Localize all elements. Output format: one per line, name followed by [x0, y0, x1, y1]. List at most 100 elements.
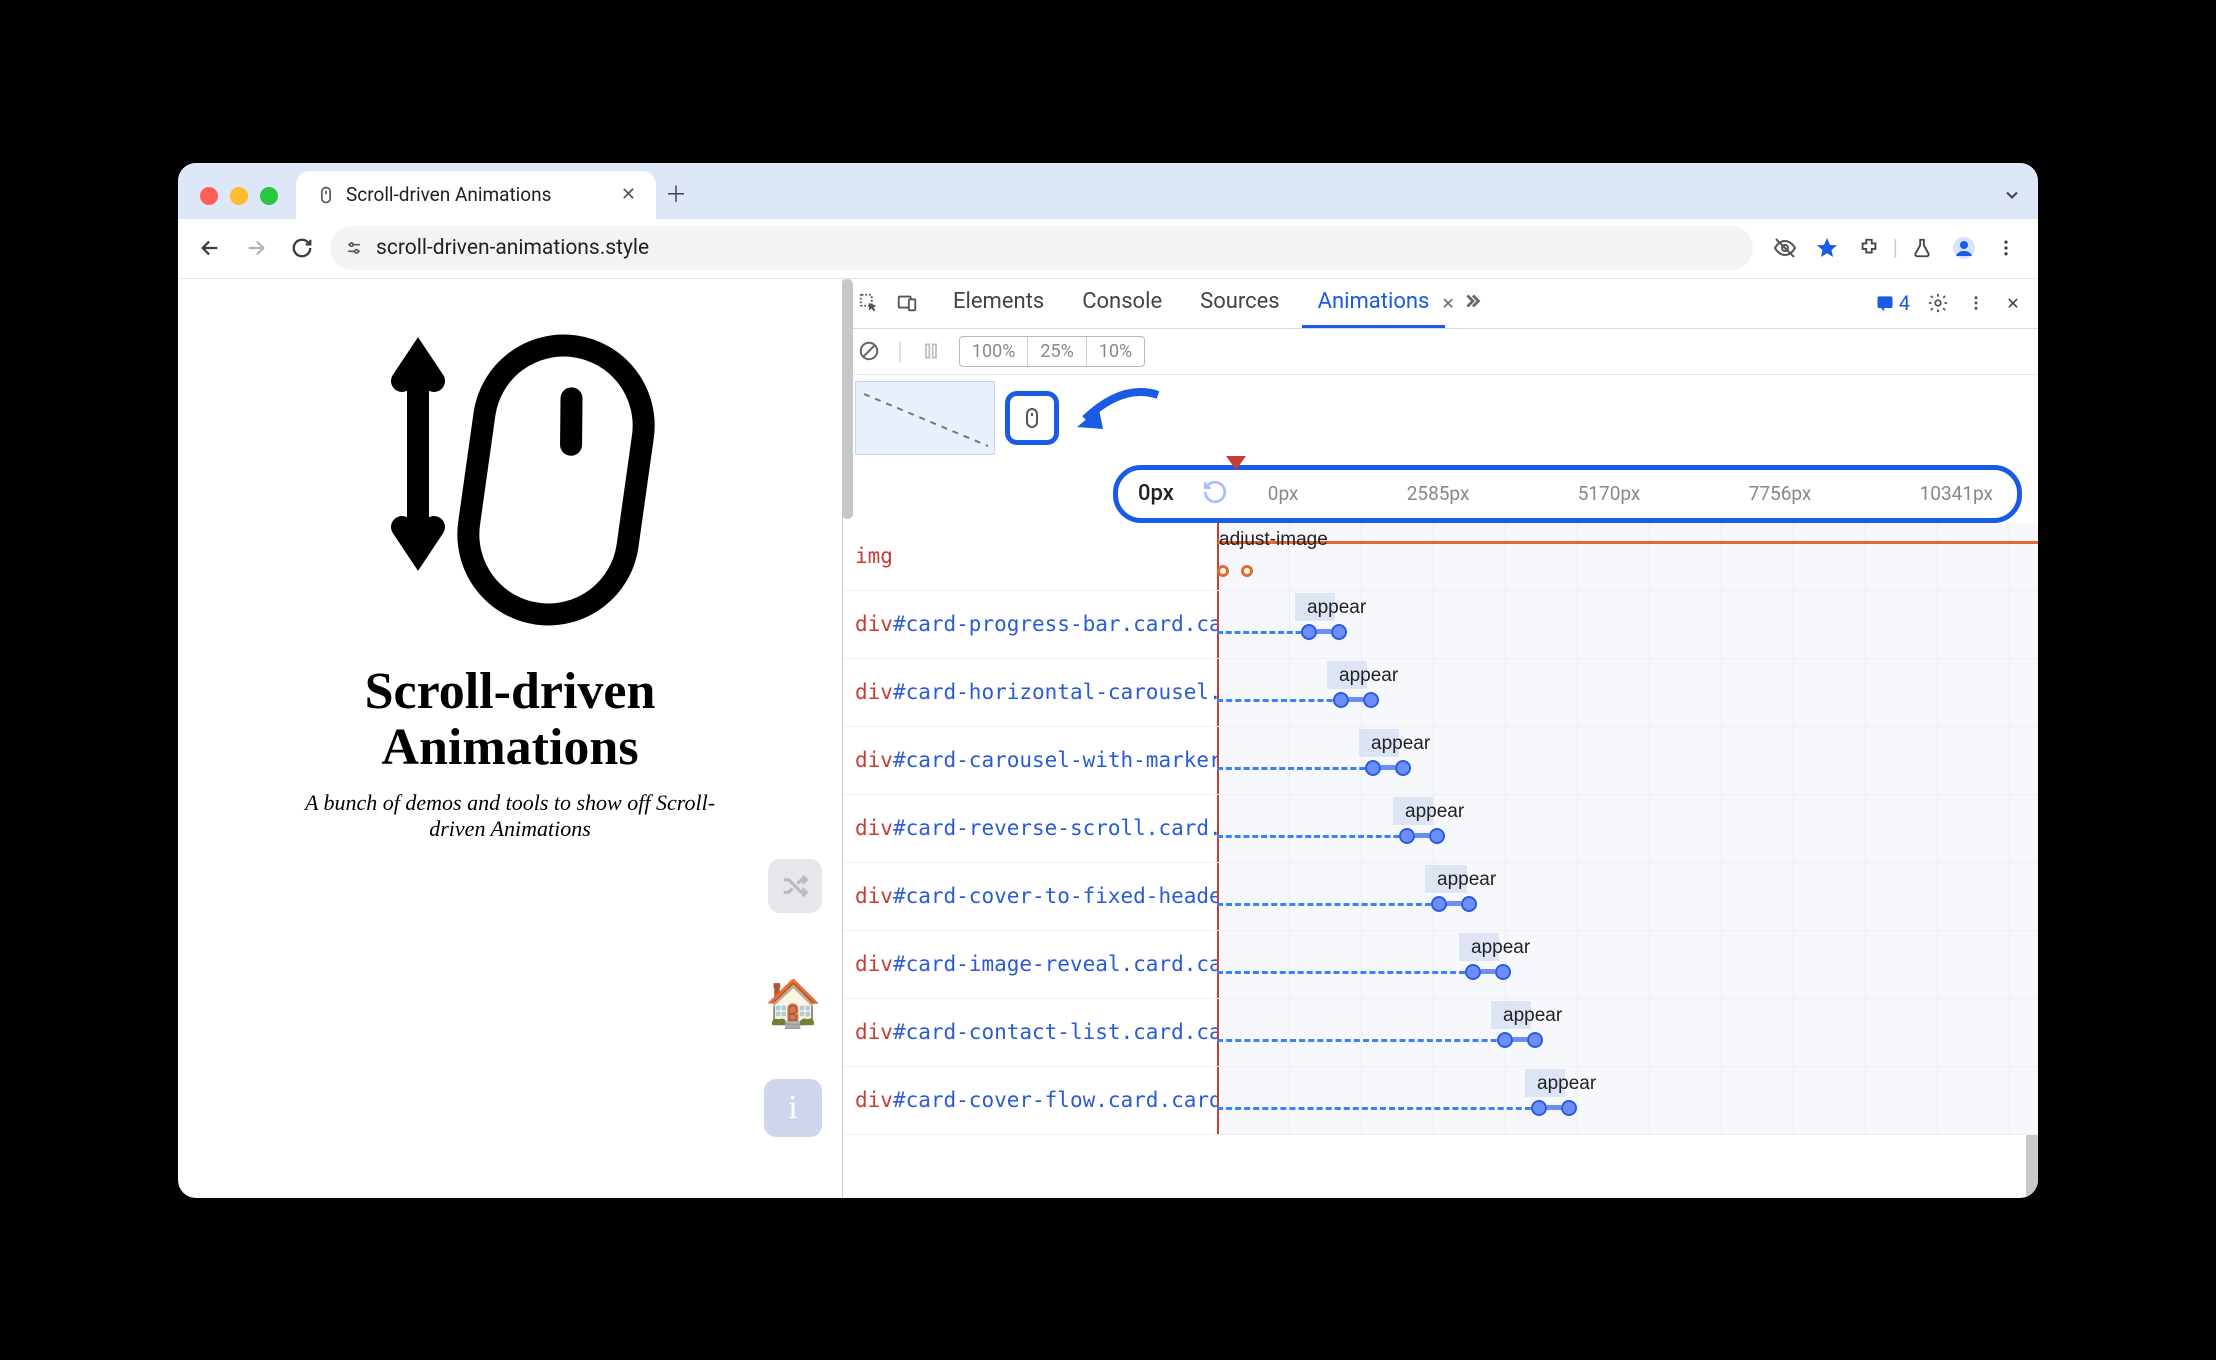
current-position: 0px [1138, 481, 1174, 506]
animation-preview-row [843, 375, 2038, 465]
animation-row[interactable]: div#card-cover-flow.card.cardappear [843, 1067, 2038, 1135]
content-area: Scroll-driven Animations A bunch of demo… [178, 279, 2038, 1198]
clear-icon[interactable] [855, 333, 883, 369]
extensions-icon[interactable] [1851, 230, 1887, 266]
keyframe-pair[interactable] [1333, 691, 1379, 709]
selector-text: div#card-reverse-scroll.card. [855, 816, 1217, 840]
more-tabs-icon[interactable] [1461, 290, 1483, 316]
animation-name: appear [1503, 1005, 1562, 1027]
kebab-icon[interactable] [1966, 285, 1986, 321]
animation-list[interactable]: imgadjust-imagediv#card-progress-bar.car… [843, 523, 2038, 1198]
browser-window: Scroll-driven Animations ✕ ＋ scroll-driv… [178, 163, 2038, 1198]
close-devtools-icon[interactable]: ✕ [2000, 285, 2026, 321]
animations-toolbar: | 100% 25% 10% [843, 329, 2038, 375]
selector-text: div#card-image-reveal.card.ca [855, 952, 1217, 976]
bookmark-star-icon[interactable] [1809, 230, 1845, 266]
selector-text: div#card-cover-to-fixed-heade [855, 884, 1217, 908]
profile-avatar-icon[interactable] [1946, 230, 1982, 266]
keyframe-pair[interactable] [1431, 895, 1477, 913]
page-side-actions [768, 859, 822, 913]
browser-tab[interactable]: Scroll-driven Animations ✕ [296, 171, 656, 219]
keyframe-pair[interactable] [1531, 1099, 1577, 1117]
page-title: Scroll-driven Animations [365, 664, 656, 776]
animation-group-thumbnail[interactable] [855, 381, 995, 455]
ruler-ticks: 0px 2585px 5170px 7756px 10341px [1256, 482, 1997, 505]
back-button[interactable] [192, 230, 228, 266]
device-toolbar-icon[interactable] [893, 289, 921, 317]
animation-name: appear [1437, 869, 1496, 891]
site-settings-icon[interactable] [344, 238, 364, 258]
animation-row[interactable]: div#card-image-reveal.card.caappear [843, 931, 2038, 999]
window-controls [200, 187, 278, 205]
issues-count[interactable]: 4 [1875, 291, 1910, 315]
toolbar-actions: | [1767, 230, 2024, 266]
animation-name: appear [1371, 733, 1430, 755]
info-icon[interactable]: i [764, 1079, 822, 1137]
animation-name: appear [1307, 597, 1366, 619]
animation-row[interactable]: imgadjust-image [843, 523, 2038, 591]
playhead-marker-icon[interactable] [1226, 456, 1246, 472]
timeline-ruler[interactable]: 0px 0px 2585px 5170px 7756px 10341px [1113, 465, 2022, 523]
row-timeline[interactable]: appear [1217, 999, 2038, 1066]
inspect-icon[interactable] [855, 289, 883, 317]
row-timeline[interactable]: appear [1217, 795, 2038, 862]
row-timeline[interactable]: appear [1217, 659, 2038, 726]
close-window-icon[interactable] [200, 187, 218, 205]
devtools-panel: Elements Console Sources Animations ✕ 4 [843, 279, 2038, 1198]
animation-row[interactable]: div#card-progress-bar.card.ca appear [843, 591, 2038, 659]
selector-text: div#card-horizontal-carousel. [855, 680, 1217, 704]
page-subtitle: A bunch of demos and tools to show off S… [295, 790, 725, 842]
tab-elements[interactable]: Elements [937, 279, 1060, 328]
tab-console[interactable]: Console [1066, 279, 1178, 328]
row-timeline[interactable]: appear [1217, 863, 2038, 930]
devtools-tabbar: Elements Console Sources Animations ✕ 4 [843, 279, 2038, 329]
animation-name: appear [1405, 801, 1464, 823]
selector-text: div#card-progress-bar.card.ca [855, 612, 1217, 636]
keyframe-pair[interactable] [1465, 963, 1511, 981]
animation-row[interactable]: div#card-contact-list.card.ca appear [843, 999, 2038, 1067]
eye-off-icon[interactable] [1767, 230, 1803, 266]
pause-icon[interactable] [917, 333, 945, 369]
row-timeline[interactable]: appear [1217, 591, 2038, 658]
gear-icon[interactable] [1924, 285, 1952, 321]
shuffle-icon[interactable] [768, 859, 822, 913]
selector-text: div#card-cover-flow.card.card [855, 1088, 1217, 1112]
row-timeline[interactable]: appear [1217, 1067, 2038, 1134]
keyframe-pair[interactable] [1399, 827, 1445, 845]
maximize-window-icon[interactable] [260, 187, 278, 205]
minimize-window-icon[interactable] [230, 187, 248, 205]
row-timeline[interactable]: appear [1217, 727, 2038, 794]
new-tab-button[interactable]: ＋ [656, 177, 696, 209]
selector-text: img [855, 544, 1217, 568]
keyframe-pair[interactable] [1497, 1031, 1543, 1049]
animation-name: adjust-image [1219, 529, 1328, 551]
playback-speed[interactable]: 100% 25% 10% [959, 336, 1145, 367]
tab-title: Scroll-driven Animations [346, 183, 551, 206]
scroll-driven-badge[interactable] [1005, 391, 1059, 445]
tabs-dropdown-icon[interactable] [1998, 181, 2026, 209]
animation-name: appear [1339, 665, 1398, 687]
tab-strip: Scroll-driven Animations ✕ ＋ [178, 163, 2038, 219]
animation-row[interactable]: div#card-carousel-with-markerappear [843, 727, 2038, 795]
animation-row[interactable]: div#card-horizontal-carousel. appear [843, 659, 2038, 727]
reload-button[interactable] [284, 230, 320, 266]
close-tab-icon[interactable]: ✕ [621, 184, 636, 205]
animation-row[interactable]: div#card-cover-to-fixed-heade appear [843, 863, 2038, 931]
house-icon[interactable]: 🏠 [765, 977, 822, 1031]
forward-button[interactable] [238, 230, 274, 266]
keyframe-pair[interactable] [1365, 759, 1411, 777]
tab-sources[interactable]: Sources [1184, 279, 1296, 328]
row-timeline[interactable]: appear [1217, 931, 2038, 998]
address-bar: scroll-driven-animations.style | [178, 219, 2038, 279]
page-viewport[interactable]: Scroll-driven Animations A bunch of demo… [178, 279, 843, 1198]
keyframe-pair[interactable] [1301, 623, 1347, 641]
close-panel-icon[interactable]: ✕ [1441, 294, 1454, 313]
selector-text: div#card-contact-list.card.ca [855, 1020, 1217, 1044]
row-timeline[interactable]: adjust-image [1217, 523, 2038, 590]
labs-flask-icon[interactable] [1904, 230, 1940, 266]
tab-animations[interactable]: Animations [1302, 279, 1446, 328]
animation-row[interactable]: div#card-reverse-scroll.card. appear [843, 795, 2038, 863]
replay-icon[interactable] [1202, 479, 1228, 509]
omnibox[interactable]: scroll-driven-animations.style [330, 226, 1753, 270]
menu-kebab-icon[interactable] [1988, 230, 2024, 266]
